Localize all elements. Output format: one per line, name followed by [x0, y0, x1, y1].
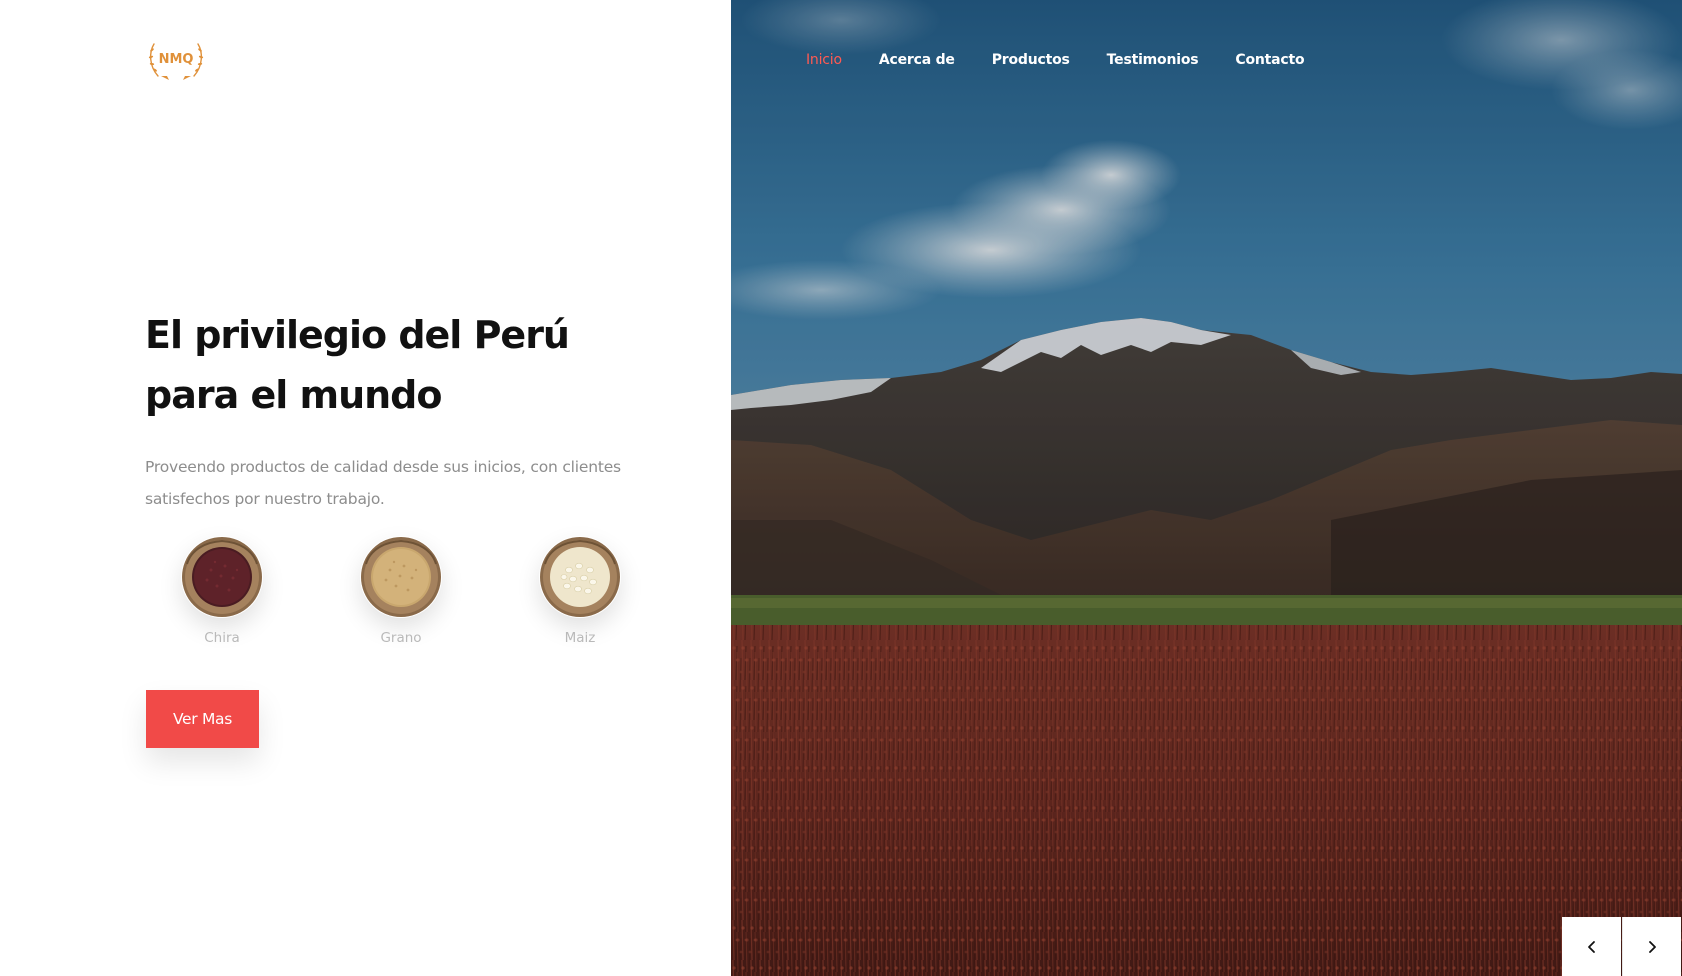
slider-next-button[interactable] — [1622, 917, 1681, 976]
nav-item-testimonios[interactable]: Testimonios — [1107, 49, 1199, 71]
ver-mas-button[interactable]: Ver Mas — [146, 690, 259, 748]
product-item-maiz[interactable]: Maiz — [515, 536, 645, 646]
hero-image — [731, 0, 1682, 976]
lead-line-1: Proveendo productos de calidad desde sus… — [145, 458, 621, 476]
nav-item-inicio[interactable]: Inicio — [806, 49, 842, 71]
brand-logo[interactable]: NMQ — [145, 38, 207, 82]
slider-controls — [1562, 917, 1681, 976]
product-label: Grano — [380, 630, 422, 646]
red-quinoa-bowl-icon — [181, 536, 263, 618]
lead-line-2: satisfechos por nuestro trabajo. — [145, 490, 385, 508]
andes-landscape-image — [731, 0, 1682, 976]
hero-lead-text: Proveendo productos de calidad desde sus… — [145, 451, 665, 515]
main-nav: Inicio Acerca de Productos Testimonios C… — [806, 49, 1341, 71]
slider-prev-button[interactable] — [1562, 917, 1621, 976]
chevron-left-icon — [1587, 940, 1595, 953]
product-item-grano[interactable]: Grano — [336, 536, 466, 646]
white-corn-bowl-icon — [539, 536, 621, 618]
product-label: Maiz — [564, 630, 596, 646]
grain-bowl-icon — [360, 536, 442, 618]
logo-text: NMQ — [159, 52, 194, 67]
product-item-chira[interactable]: Chira — [157, 536, 287, 646]
nav-item-acerca-de[interactable]: Acerca de — [879, 49, 955, 71]
headline-line-2: para el mundo — [145, 373, 443, 417]
nmq-laurel-logo-icon: NMQ — [148, 43, 204, 80]
hero-headline: El privilegio del Perú para el mundo — [145, 305, 705, 425]
product-label: Chira — [204, 630, 240, 646]
headline-line-1: El privilegio del Perú — [145, 313, 570, 357]
nav-item-contacto[interactable]: Contacto — [1235, 49, 1304, 71]
nav-item-productos[interactable]: Productos — [992, 49, 1070, 71]
chevron-right-icon — [1649, 940, 1656, 953]
product-list: Chira Grano Maiz — [145, 536, 665, 656]
